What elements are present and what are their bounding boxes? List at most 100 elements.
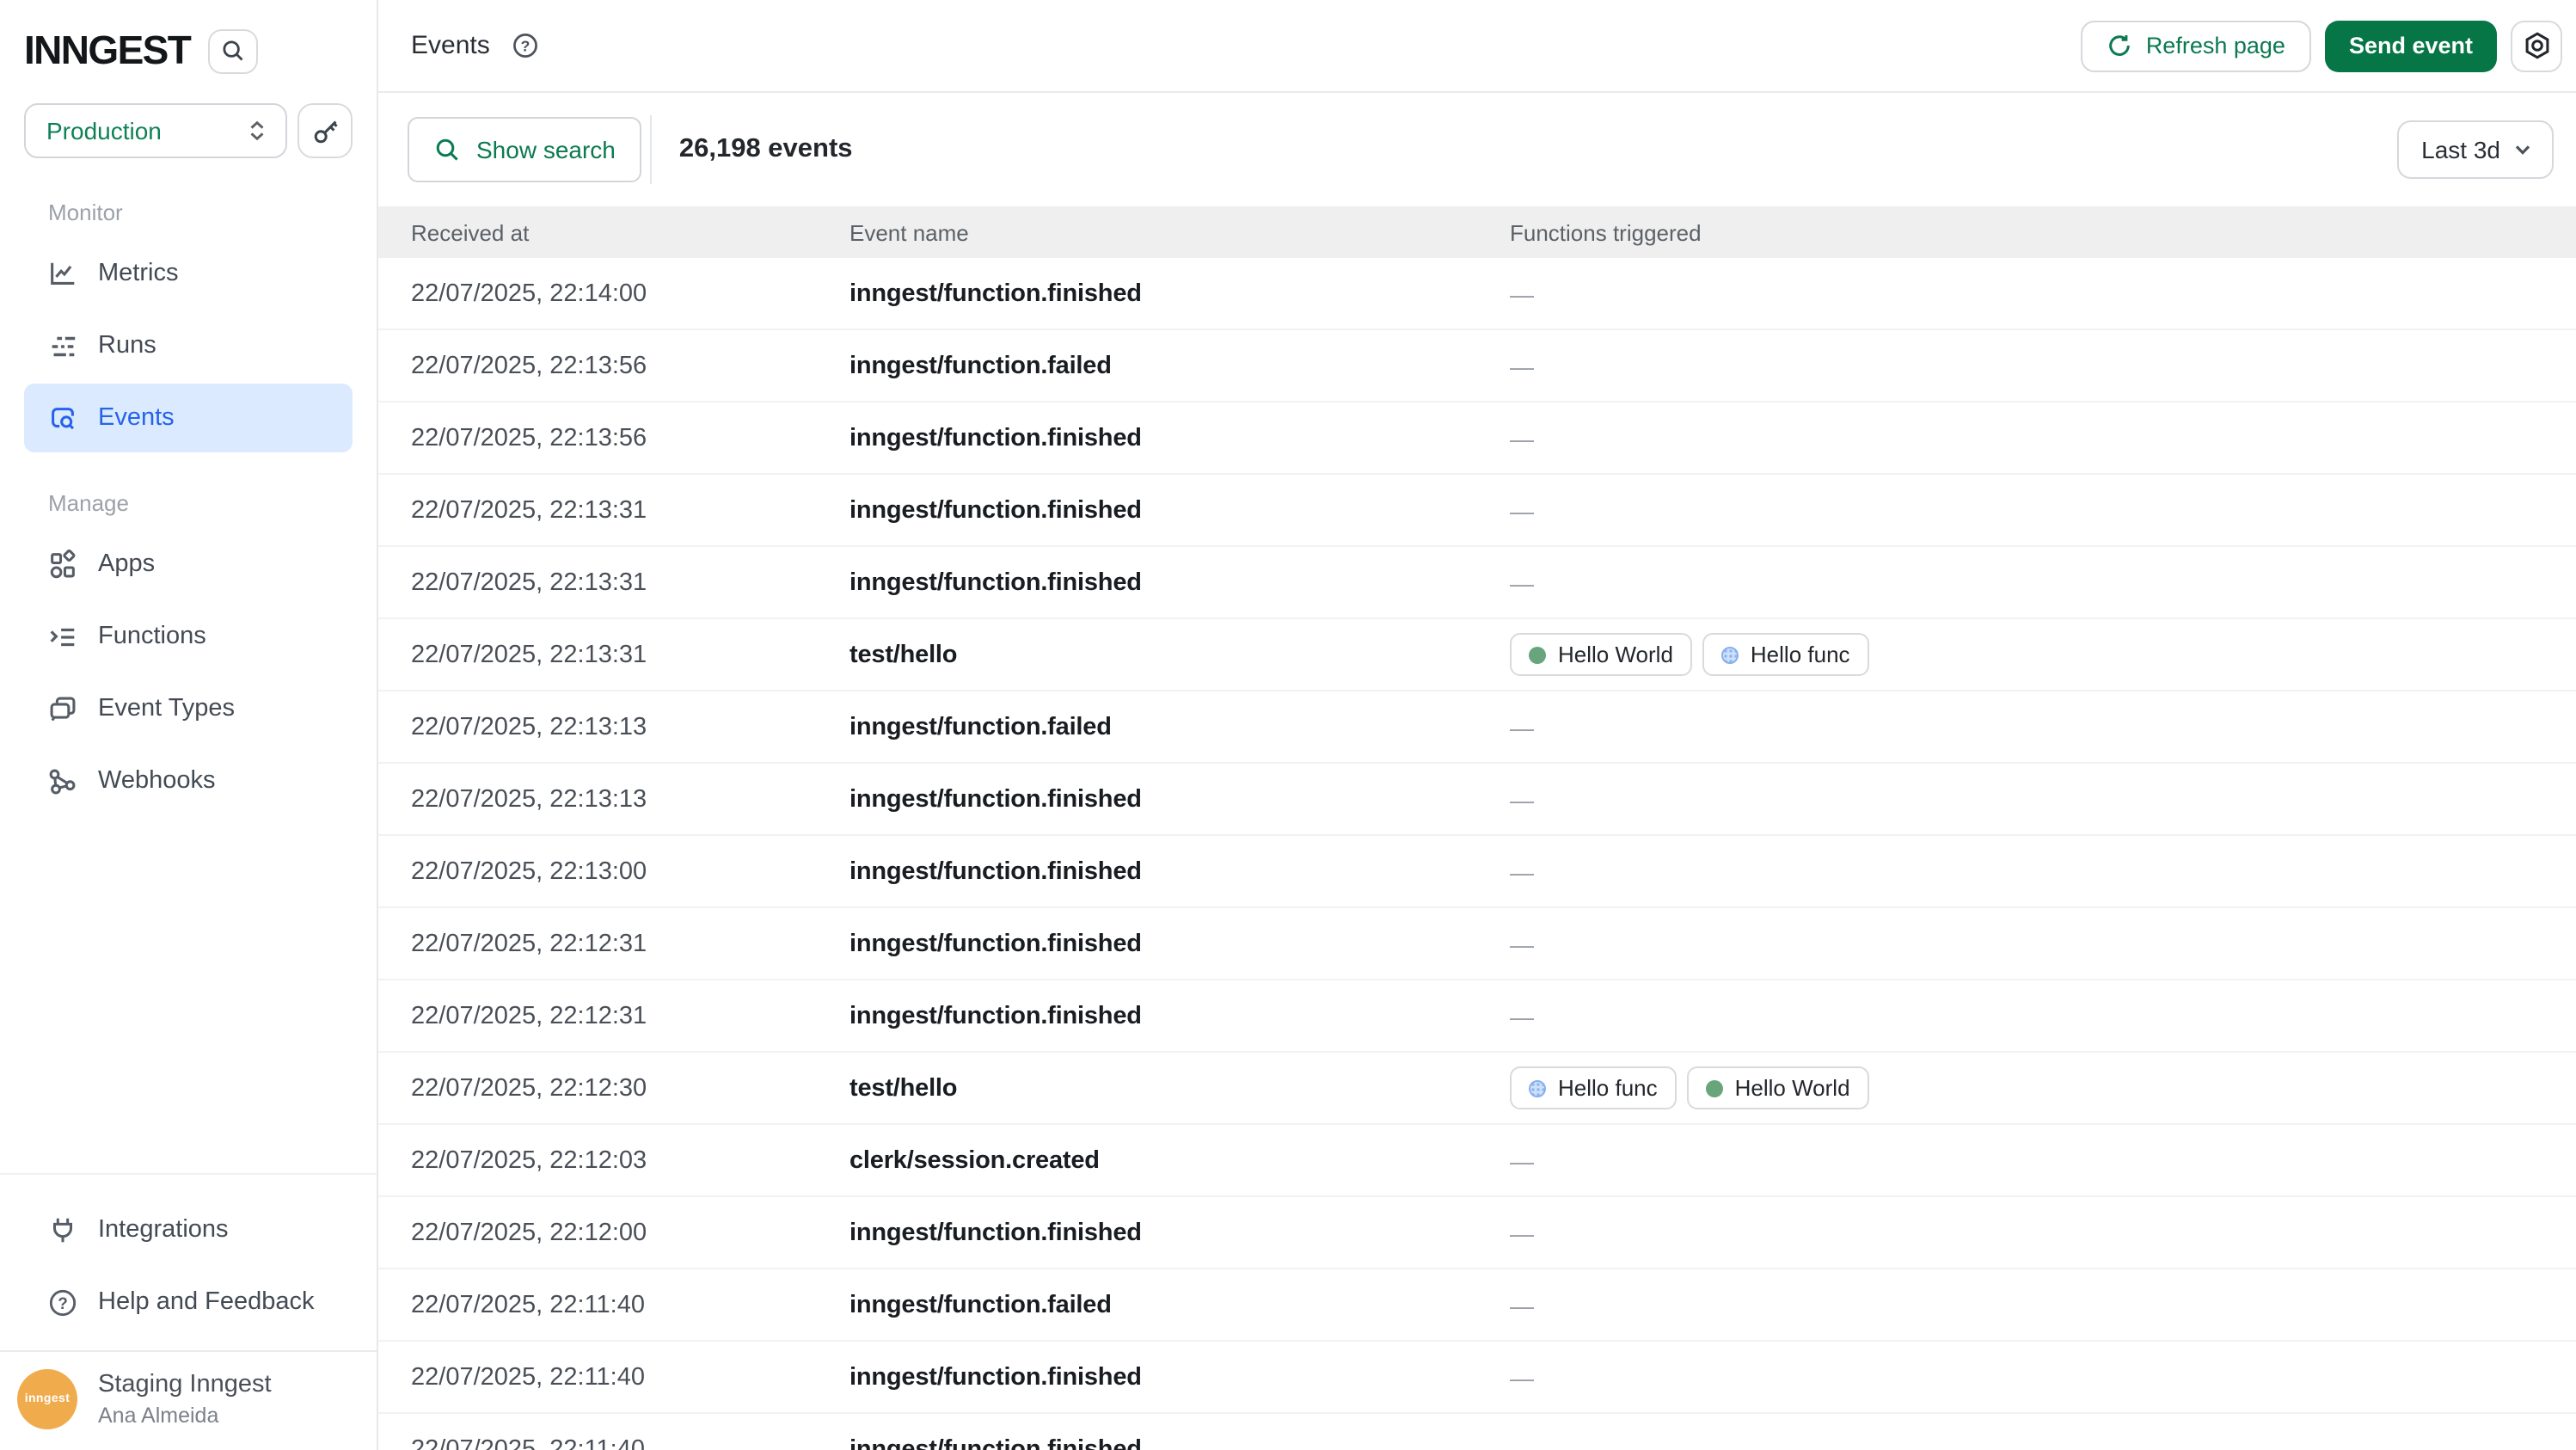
events-table-body: 22/07/2025, 22:14:00inngest/function.fin… xyxy=(378,258,2576,1450)
inngest-logo: INNGEST xyxy=(24,28,190,74)
sidebar-spacer xyxy=(0,853,377,1173)
table-row[interactable]: 22/07/2025, 22:13:31inngest/function.fin… xyxy=(378,475,2576,547)
cell-received-at: 22/07/2025, 22:11:40 xyxy=(411,1435,849,1450)
table-row[interactable]: 22/07/2025, 22:11:40inngest/function.fin… xyxy=(378,1414,2576,1450)
cell-event-name: inngest/function.failed xyxy=(849,1291,1510,1318)
function-badge-label: Hello World xyxy=(1558,642,1673,667)
column-header-functions-triggered: Functions triggered xyxy=(1510,219,2576,245)
event-types-icon xyxy=(46,692,79,725)
sidebar-item-label: Runs xyxy=(98,332,156,359)
function-badge-label: Hello func xyxy=(1751,642,1850,667)
sidebar-item-label: Functions xyxy=(98,623,206,650)
function-status-dot-blue xyxy=(1529,1079,1546,1097)
cell-received-at: 22/07/2025, 22:13:13 xyxy=(411,785,849,813)
chart-line-icon xyxy=(46,257,79,290)
table-row[interactable]: 22/07/2025, 22:13:56inngest/function.fai… xyxy=(378,330,2576,402)
event-keys-button[interactable] xyxy=(297,103,353,158)
table-row[interactable]: 22/07/2025, 22:13:56inngest/function.fin… xyxy=(378,402,2576,475)
sidebar-item-label: Events xyxy=(98,404,175,432)
toolbar-divider xyxy=(650,115,652,184)
cell-event-name: inngest/function.finished xyxy=(849,280,1510,307)
org-avatar: inngest xyxy=(17,1369,77,1429)
empty-value-dash: — xyxy=(1510,1219,1534,1246)
nav-section-manage: Manage xyxy=(48,490,377,516)
nav-section-monitor: Monitor xyxy=(48,200,377,225)
sidebar-item-functions[interactable]: Functions xyxy=(24,602,353,671)
key-icon xyxy=(310,116,340,145)
time-range-selector[interactable]: Last 3d xyxy=(2397,120,2554,179)
environment-selector[interactable]: Production xyxy=(24,103,287,158)
empty-value-dash: — xyxy=(1510,930,1534,957)
empty-value-dash: — xyxy=(1510,568,1534,596)
sidebar-item-label: Event Types xyxy=(98,695,235,722)
sidebar-search-button[interactable] xyxy=(207,28,257,73)
sidebar-item-runs[interactable]: Runs xyxy=(24,311,353,380)
profile-text: Staging Inngest Ana Almeida xyxy=(98,1369,272,1429)
svg-text:?: ? xyxy=(58,1294,68,1312)
table-row[interactable]: 22/07/2025, 22:13:00inngest/function.fin… xyxy=(378,836,2576,908)
table-row[interactable]: 22/07/2025, 22:12:31inngest/function.fin… xyxy=(378,980,2576,1053)
sidebar-item-apps[interactable]: Apps xyxy=(24,530,353,599)
settings-button[interactable] xyxy=(2511,20,2562,71)
function-badge[interactable]: Hello World xyxy=(1687,1066,1869,1109)
function-badge[interactable]: Hello func xyxy=(1510,1066,1677,1109)
environment-row: Production xyxy=(24,103,353,158)
cell-functions-triggered: — xyxy=(1510,1435,2576,1450)
empty-value-dash: — xyxy=(1510,857,1534,885)
sidebar-item-webhooks[interactable]: Webhooks xyxy=(24,747,353,815)
table-row[interactable]: 22/07/2025, 22:13:31test/helloHello Worl… xyxy=(378,619,2576,691)
function-badge-label: Hello func xyxy=(1558,1075,1658,1101)
chevron-down-icon xyxy=(2512,139,2533,160)
cell-event-name: inngest/function.finished xyxy=(849,496,1510,524)
environment-selector-value: Production xyxy=(46,117,162,144)
page-title: Events xyxy=(411,31,490,60)
table-row[interactable]: 22/07/2025, 22:12:30test/helloHello func… xyxy=(378,1053,2576,1125)
sidebar-item-integrations[interactable]: Integrations xyxy=(24,1195,353,1264)
cell-functions-triggered: — xyxy=(1510,713,2576,740)
send-event-button[interactable]: Send event xyxy=(2325,20,2497,71)
table-row[interactable]: 22/07/2025, 22:11:40inngest/function.fin… xyxy=(378,1342,2576,1414)
function-badge[interactable]: Hello func xyxy=(1702,633,1869,676)
table-row[interactable]: 22/07/2025, 22:11:40inngest/function.fai… xyxy=(378,1269,2576,1342)
empty-value-dash: — xyxy=(1510,1002,1534,1029)
table-row[interactable]: 22/07/2025, 22:13:31inngest/function.fin… xyxy=(378,547,2576,619)
sidebar-item-metrics[interactable]: Metrics xyxy=(24,239,353,308)
empty-value-dash: — xyxy=(1510,280,1534,307)
profile-section[interactable]: inngest Staging Inngest Ana Almeida xyxy=(0,1350,377,1450)
column-header-event-name: Event name xyxy=(849,219,1510,245)
table-row[interactable]: 22/07/2025, 22:13:13inngest/function.fai… xyxy=(378,691,2576,764)
app-window: INNGEST Production xyxy=(0,0,2576,1450)
function-badge[interactable]: Hello World xyxy=(1510,633,1692,676)
cell-event-name: clerk/session.created xyxy=(849,1146,1510,1174)
page-help-icon[interactable]: ? xyxy=(511,31,540,60)
search-icon xyxy=(219,38,245,64)
cell-event-name: inngest/function.failed xyxy=(849,352,1510,379)
empty-value-dash: — xyxy=(1510,424,1534,452)
cell-received-at: 22/07/2025, 22:12:00 xyxy=(411,1219,849,1246)
function-status-dot-green xyxy=(1706,1079,1723,1097)
empty-value-dash: — xyxy=(1510,1146,1534,1174)
refresh-page-button[interactable]: Refresh page xyxy=(2081,20,2311,71)
table-row[interactable]: 22/07/2025, 22:12:00inngest/function.fin… xyxy=(378,1197,2576,1269)
empty-value-dash: — xyxy=(1510,496,1534,524)
table-row[interactable]: 22/07/2025, 22:14:00inngest/function.fin… xyxy=(378,258,2576,330)
org-name: Staging Inngest xyxy=(98,1369,272,1402)
sidebar-item-events[interactable]: Events xyxy=(24,384,353,452)
cell-event-name: inngest/function.finished xyxy=(849,1219,1510,1246)
functions-icon xyxy=(46,620,79,653)
table-row[interactable]: 22/07/2025, 22:13:13inngest/function.fin… xyxy=(378,764,2576,836)
table-row[interactable]: 22/07/2025, 22:12:31inngest/function.fin… xyxy=(378,908,2576,980)
webhooks-icon xyxy=(46,765,79,797)
event-count: 26,198 events xyxy=(679,134,853,165)
cell-functions-triggered: — xyxy=(1510,1002,2576,1029)
cell-functions-triggered: — xyxy=(1510,280,2576,307)
show-search-button[interactable]: Show search xyxy=(408,117,641,182)
empty-value-dash: — xyxy=(1510,785,1534,813)
cell-event-name: inngest/function.finished xyxy=(849,1363,1510,1391)
sidebar-item-event-types[interactable]: Event Types xyxy=(24,674,353,743)
cell-event-name: inngest/function.failed xyxy=(849,713,1510,740)
sidebar-item-help-and-feedback[interactable]: ? Help and Feedback xyxy=(24,1268,353,1336)
table-row[interactable]: 22/07/2025, 22:12:03clerk/session.create… xyxy=(378,1125,2576,1197)
time-range-value: Last 3d xyxy=(2421,136,2500,163)
cell-received-at: 22/07/2025, 22:12:31 xyxy=(411,930,849,957)
